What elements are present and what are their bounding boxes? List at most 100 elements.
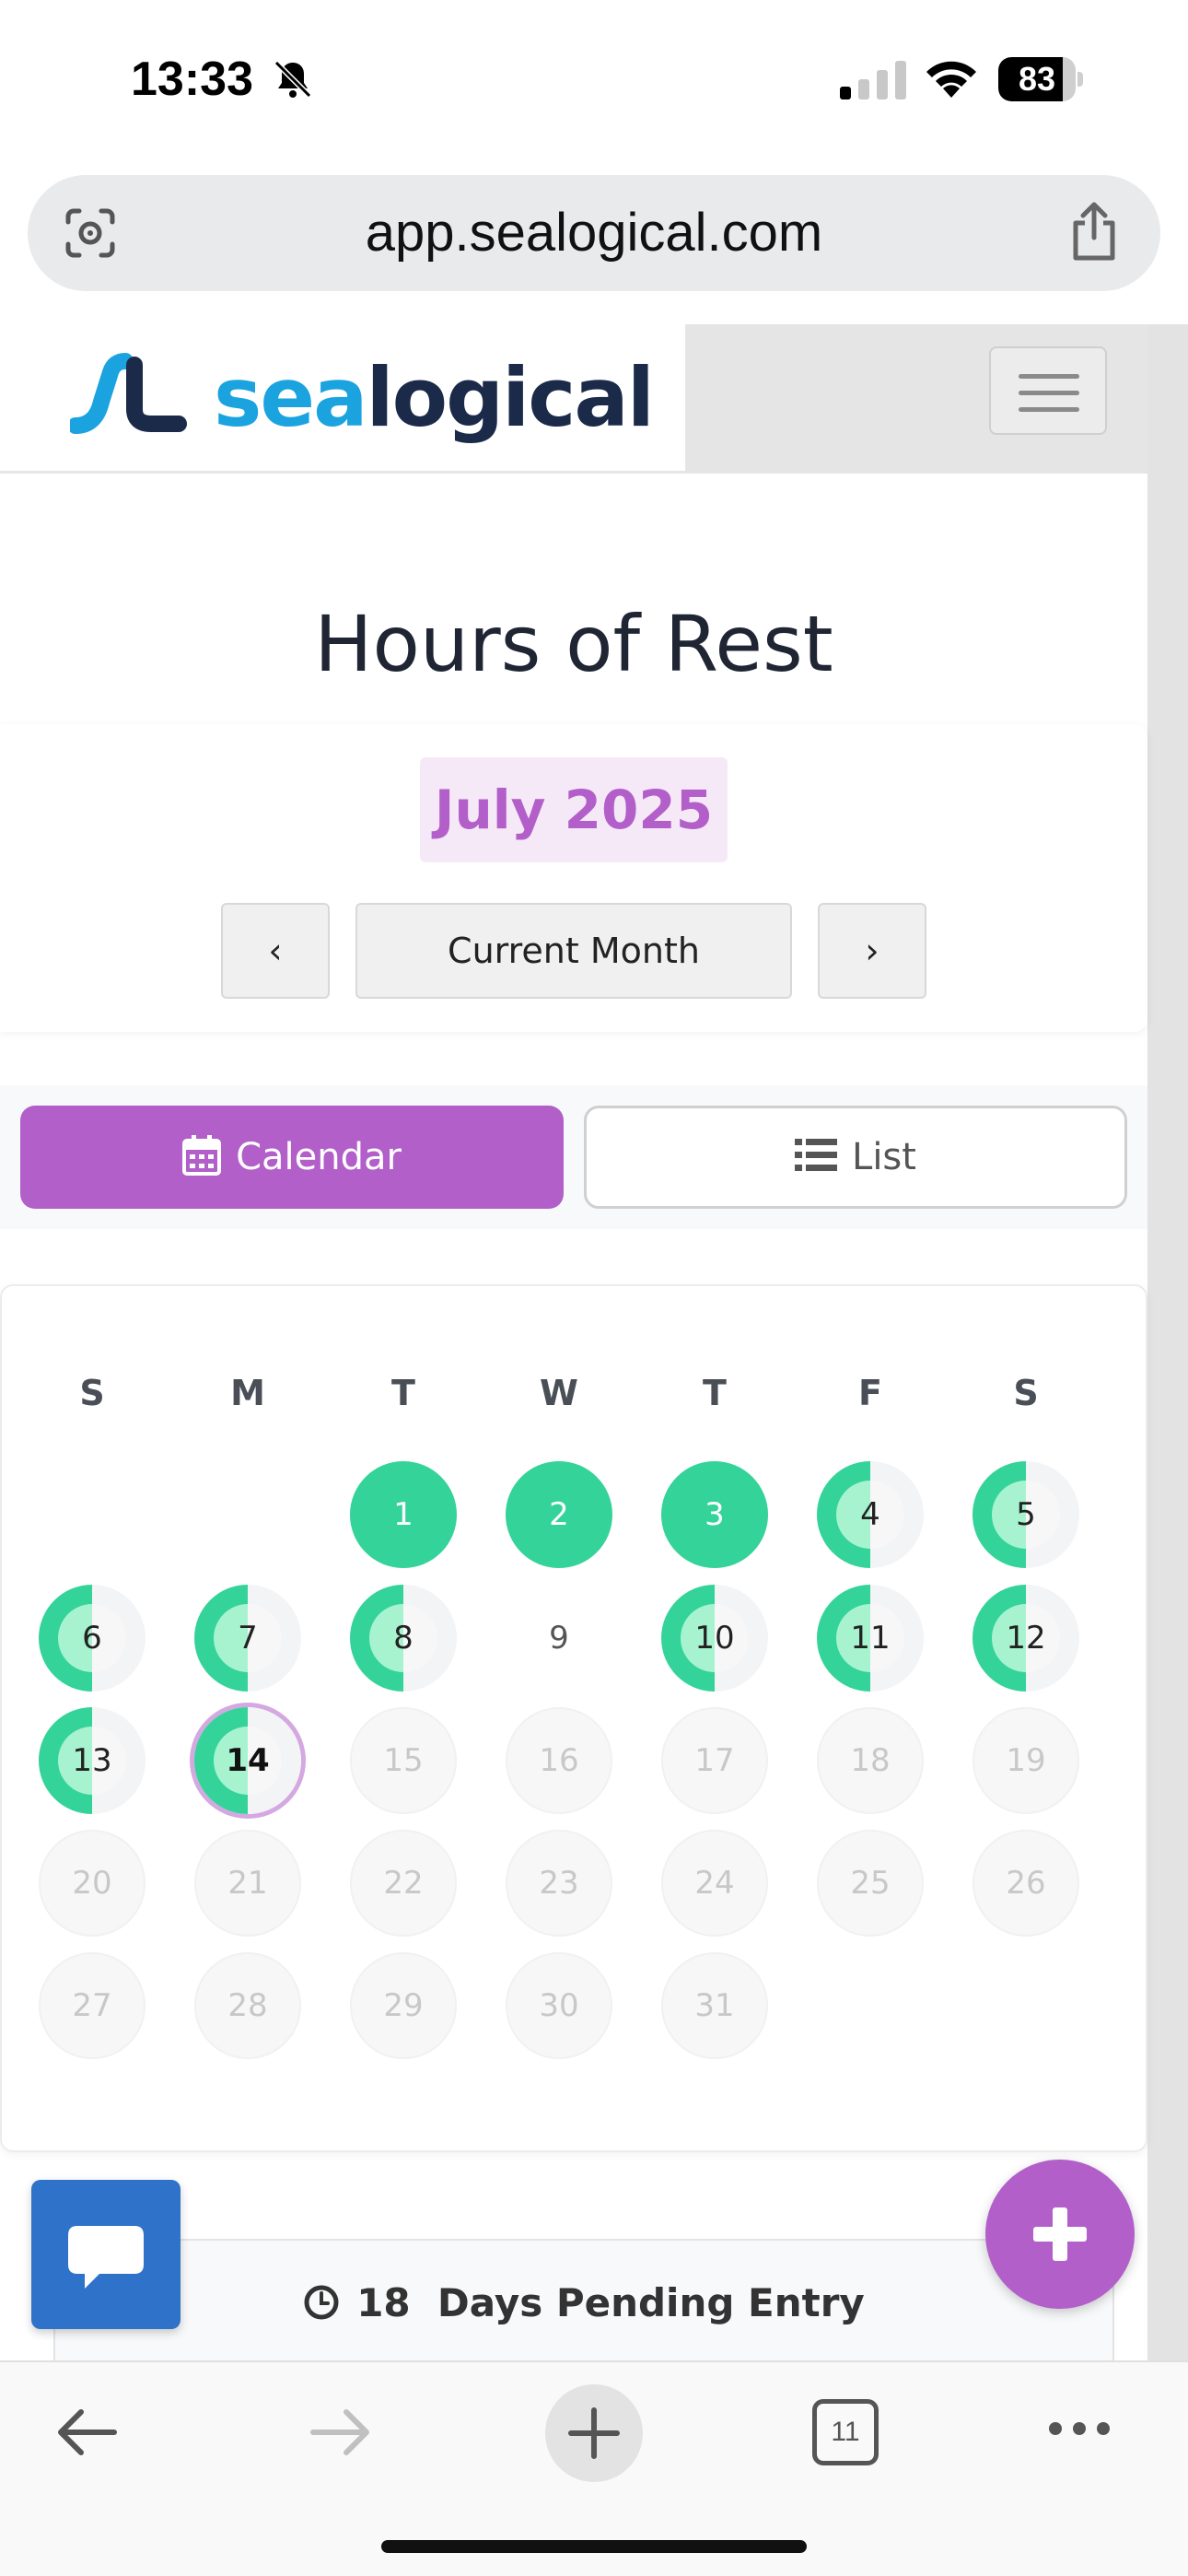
calendar-day[interactable]: 17 [661, 1707, 768, 1814]
calendar-day[interactable]: 10 [661, 1585, 768, 1692]
calendar-day-number: 4 [860, 1496, 880, 1533]
calendar-day-number: 15 [383, 1742, 424, 1779]
bell-muted-icon [274, 60, 312, 99]
battery-level: 83 [1018, 60, 1056, 98]
calendar-day[interactable]: 1 [350, 1461, 457, 1568]
calendar-day[interactable]: 20 [39, 1830, 146, 1937]
days-pending-entry-card[interactable]: 18 Days Pending Entry [53, 2239, 1114, 2368]
calendar-icon [182, 1135, 222, 1176]
calendar-day[interactable]: 23 [506, 1830, 612, 1937]
weekday-header: T [391, 1373, 415, 1413]
calendar-day[interactable]: 8 [350, 1585, 457, 1692]
calendar-day-number: 30 [539, 1987, 579, 2024]
calendar-day-number: 20 [72, 1865, 112, 1902]
view-toggle: Calendar List [0, 1085, 1147, 1229]
sealogical-logo[interactable]: sealogical [67, 352, 655, 444]
share-icon[interactable] [1066, 201, 1122, 262]
calendar-day[interactable]: 14 [194, 1707, 301, 1814]
hamburger-menu-icon[interactable] [989, 346, 1107, 435]
calendar-day[interactable]: 18 [817, 1707, 924, 1814]
calendar-view-label: Calendar [236, 1136, 402, 1178]
calendar-day[interactable]: 2 [506, 1461, 612, 1568]
calendar-view-button[interactable]: Calendar [20, 1106, 564, 1209]
more-icon[interactable] [1046, 2418, 1112, 2440]
calendar-day[interactable]: 6 [39, 1585, 146, 1692]
weekday-header: F [858, 1373, 882, 1413]
logo-text-logical: logical [366, 350, 654, 445]
list-view-button[interactable]: List [584, 1106, 1127, 1209]
calendar-day-number: 28 [227, 1987, 268, 2024]
calendar-day[interactable]: 4 [817, 1461, 924, 1568]
calendar-day-number: 12 [1006, 1620, 1046, 1657]
calendar-day-number: 13 [72, 1742, 112, 1779]
calendar-day-number: 9 [549, 1620, 569, 1657]
chat-button[interactable] [31, 2180, 181, 2329]
weekday-header: S [1013, 1373, 1039, 1413]
calendar-day[interactable]: 28 [194, 1952, 301, 2059]
calendar-day[interactable]: 29 [350, 1952, 457, 2059]
calendar-day[interactable]: 22 [350, 1830, 457, 1937]
next-month-button[interactable]: › [818, 903, 926, 999]
calendar-day[interactable]: 9 [506, 1585, 612, 1692]
chat-bubble-icon [68, 2226, 144, 2289]
calendar-card: S M T W T F S 1 2 3 4 5 6 7 8 9 10 11 12 13 14 15 16 17 18 19 20 21… [0, 1284, 1147, 2152]
calendar-day[interactable]: 15 [350, 1707, 457, 1814]
calendar-day[interactable]: 11 [817, 1585, 924, 1692]
wifi-icon [926, 61, 976, 98]
calendar-day-number: 11 [850, 1620, 891, 1657]
plus-icon [1033, 2207, 1087, 2261]
calendar-day[interactable]: 5 [973, 1461, 1079, 1568]
calendar-day[interactable]: 24 [661, 1830, 768, 1937]
calendar-day[interactable]: 7 [194, 1585, 301, 1692]
battery-icon: 83 [998, 57, 1083, 101]
back-arrow-icon[interactable] [53, 2405, 120, 2460]
calendar-day[interactable]: 12 [973, 1585, 1079, 1692]
calendar-day-number: 27 [72, 1987, 112, 2024]
month-label: July 2025 [420, 757, 728, 862]
month-selector-card: July 2025 ‹ Current Month › [0, 724, 1147, 1032]
calendar-day[interactable]: 31 [661, 1952, 768, 2059]
calendar-day[interactable]: 16 [506, 1707, 612, 1814]
calendar-day-number: 26 [1006, 1865, 1046, 1902]
calendar-day[interactable]: 25 [817, 1830, 924, 1937]
calendar-day-number: 18 [850, 1742, 891, 1779]
calendar-day-number: 17 [694, 1742, 735, 1779]
weekday-header: M [230, 1373, 265, 1413]
app-header: sealogical [0, 324, 1147, 474]
new-tab-icon [568, 2407, 620, 2459]
home-indicator [381, 2540, 807, 2553]
calendar-day-number: 10 [694, 1620, 735, 1657]
calendar-day-number: 6 [82, 1620, 102, 1657]
address-bar[interactable]: app.sealogical.com [28, 175, 1160, 291]
calendar-day[interactable]: 27 [39, 1952, 146, 2059]
clock-icon [304, 2285, 339, 2319]
calendar-day[interactable]: 19 [973, 1707, 1079, 1814]
weekday-header: W [540, 1373, 578, 1413]
calendar-day[interactable]: 13 [39, 1707, 146, 1814]
weekday-header: S [79, 1373, 105, 1413]
calendar-day[interactable]: 3 [661, 1461, 768, 1568]
calendar-day-number: 19 [1006, 1742, 1046, 1779]
forward-arrow-icon[interactable] [308, 2405, 374, 2460]
page-scroll-gutter [1147, 324, 1188, 2360]
calendar-day[interactable]: 21 [194, 1830, 301, 1937]
page-title: Hours of Rest [314, 599, 833, 689]
calendar-day-number: 8 [393, 1620, 413, 1657]
pending-count: 18 [356, 2280, 411, 2325]
previous-month-button[interactable]: ‹ [221, 903, 330, 999]
add-entry-button[interactable] [985, 2160, 1135, 2309]
status-time: 13:33 [131, 53, 253, 106]
calendar-day-number: 21 [227, 1865, 268, 1902]
calendar-day[interactable]: 30 [506, 1952, 612, 2059]
calendar-day[interactable]: 26 [973, 1830, 1079, 1937]
calendar-day-number: 2 [549, 1496, 569, 1533]
tabs-icon[interactable]: 11 [812, 2399, 879, 2465]
weekday-header: T [703, 1373, 727, 1413]
new-tab-button[interactable] [545, 2384, 643, 2482]
calendar-day-number: 31 [694, 1987, 735, 2024]
current-month-button[interactable]: Current Month [355, 903, 792, 999]
logo-mark-icon [67, 353, 187, 434]
url-text[interactable]: app.sealogical.com [28, 175, 1160, 291]
calendar-day-number: 14 [226, 1742, 270, 1779]
calendar-day-number: 3 [705, 1496, 725, 1533]
